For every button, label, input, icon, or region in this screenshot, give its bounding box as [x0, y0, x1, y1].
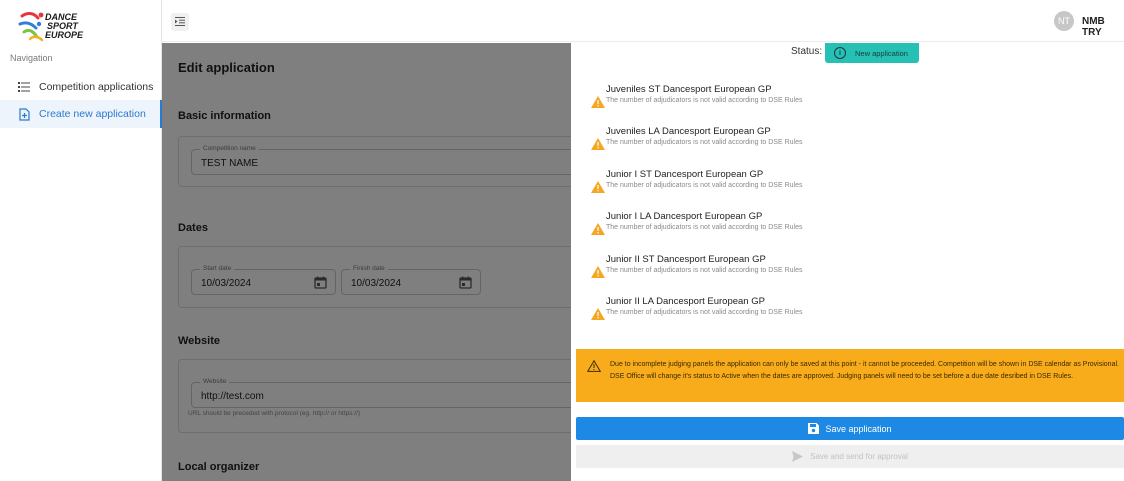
calendar-icon[interactable] [459, 276, 472, 289]
warning-title: Juveniles LA Dancesport European GP [606, 126, 771, 137]
start-date-field[interactable]: Start date 10/03/2024 [191, 265, 336, 295]
status-value: New application [855, 48, 908, 58]
finish-date-field[interactable]: Finish date 10/03/2024 [341, 265, 481, 295]
warning-message: The number of adjudicators is not valid … [606, 224, 803, 231]
website-value: http://test.com [201, 391, 264, 402]
calendar-icon[interactable] [314, 276, 327, 289]
send-icon [792, 451, 804, 462]
basic-info-card: Competition name TEST NAME [178, 136, 571, 187]
top-header: NT NMB TRY [162, 0, 1124, 42]
dates-card: Start date 10/03/2024 Finish date 10/03/… [178, 246, 571, 308]
incomplete-panels-alert: Due to incomplete judging panels the app… [576, 349, 1124, 402]
warning-icon [591, 222, 605, 235]
finish-date-value: 10/03/2024 [351, 278, 402, 289]
dance-sport-europe-logo[interactable]: DANCE SPORT EUROPE [18, 10, 98, 42]
website-card: Website http://test.com [178, 359, 571, 433]
nav-heading: Navigation [10, 53, 53, 63]
website-field[interactable]: Website http://test.com [191, 378, 571, 408]
warning-item: Juveniles ST Dancesport European GP The … [591, 84, 1111, 114]
warning-message: The number of adjudicators is not valid … [606, 309, 803, 316]
page-title: Edit application [178, 60, 275, 75]
warning-message: The number of adjudicators is not valid … [606, 97, 803, 104]
info-icon: i [834, 47, 846, 59]
warning-title: Junior I LA Dancesport European GP [606, 211, 763, 222]
floppy-disk-icon [808, 423, 820, 434]
warning-icon [591, 265, 605, 278]
local-organizer-title: Local organizer [178, 461, 260, 473]
save-and-send-label: Save and send for approval [810, 452, 908, 461]
warning-item: Juveniles LA Dancesport European GP The … [591, 126, 1111, 156]
warning-title: Junior II ST Dancesport European GP [606, 254, 766, 265]
sidebar-item-competition-applications[interactable]: Competition applications [0, 73, 162, 101]
warning-icon [591, 307, 605, 320]
start-date-value: 10/03/2024 [201, 278, 252, 289]
warning-item: Junior I LA Dancesport European GP The n… [591, 211, 1111, 241]
warning-outline-icon [586, 359, 602, 372]
sidebar-item-label: Competition applications [39, 81, 154, 93]
user-name[interactable]: NMB TRY [1082, 16, 1124, 38]
status-badge: i New application [825, 43, 919, 63]
warning-item: Junior I ST Dancesport European GP The n… [591, 169, 1111, 199]
competition-name-value: TEST NAME [201, 158, 259, 169]
warning-title: Junior II LA Dancesport European GP [606, 296, 765, 307]
list-icon [17, 80, 31, 94]
sidebar-item-label: Create new application [39, 108, 146, 120]
logo-text-3: EUROPE [45, 30, 84, 40]
save-and-send-button[interactable]: Save and send for approval [576, 445, 1124, 468]
warning-icon [591, 137, 605, 150]
website-helper-text: URL should be preceded with protocol (eg… [188, 410, 361, 417]
competition-name-label: Competition name [200, 145, 259, 152]
warning-item: Junior II LA Dancesport European GP The … [591, 296, 1111, 326]
add-document-icon [17, 107, 31, 121]
warning-icon [591, 95, 605, 108]
edit-application-form: Edit application Basic information Compe… [162, 43, 571, 481]
dates-title: Dates [178, 222, 208, 234]
warning-message: The number of adjudicators is not valid … [606, 267, 803, 274]
competition-name-field[interactable]: Competition name TEST NAME [191, 145, 571, 175]
avatar[interactable]: NT [1054, 11, 1074, 31]
finish-date-label: Finish date [350, 265, 388, 272]
application-status-drawer: Status: i New application Juveniles ST D… [571, 43, 1124, 481]
warning-item: Junior II ST Dancesport European GP The … [591, 254, 1111, 284]
sidebar: DANCE SPORT EUROPE Navigation Competitio… [0, 0, 162, 481]
alert-text: Due to incomplete judging panels the app… [610, 361, 1119, 380]
warning-message: The number of adjudicators is not valid … [606, 139, 803, 146]
warning-title: Junior I ST Dancesport European GP [606, 169, 764, 180]
website-label: Website [200, 378, 230, 385]
sidebar-item-create-new-application[interactable]: Create new application [0, 100, 162, 128]
warning-message: The number of adjudicators is not valid … [606, 182, 803, 189]
save-application-button[interactable]: Save application [576, 417, 1124, 440]
warning-title: Juveniles ST Dancesport European GP [606, 84, 772, 95]
website-title: Website [178, 335, 220, 347]
status-label: Status: [791, 46, 823, 57]
start-date-label: Start date [200, 265, 235, 272]
warning-icon [591, 180, 605, 193]
basic-info-title: Basic information [178, 110, 271, 122]
indent-menu-icon [175, 13, 185, 31]
indent-menu-button[interactable] [171, 13, 189, 31]
save-application-label: Save application [825, 423, 892, 434]
